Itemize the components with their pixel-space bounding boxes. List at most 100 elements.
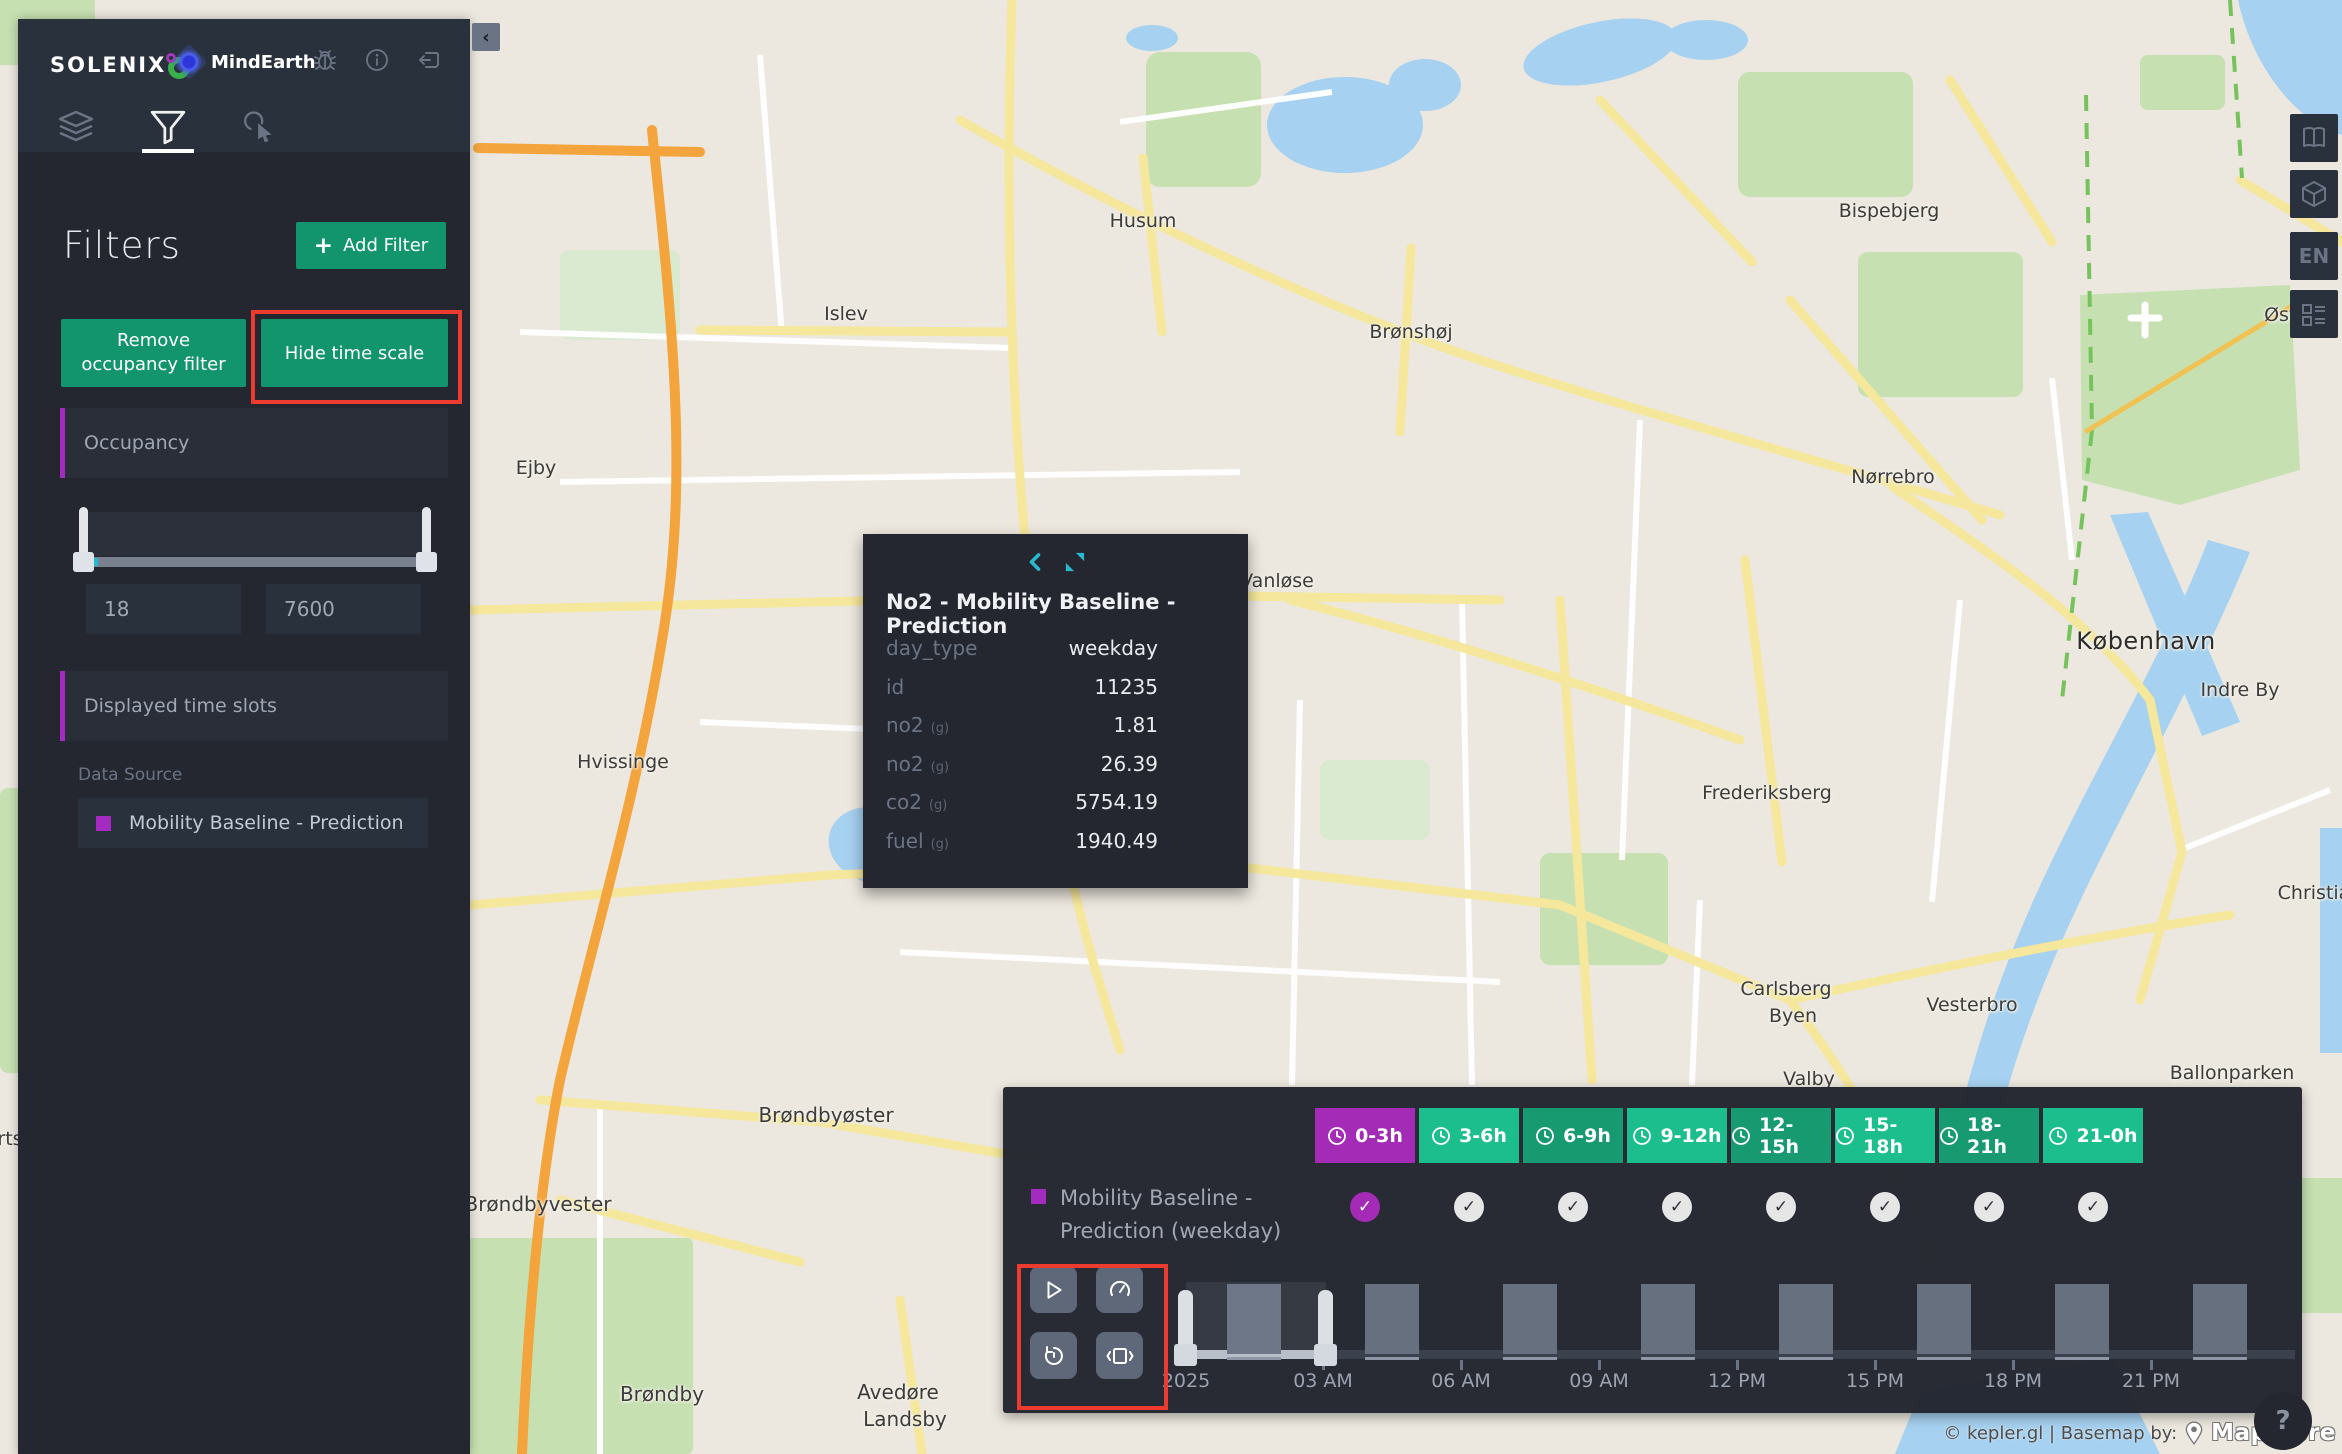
- dataset-color-swatch: [96, 816, 111, 831]
- mindearth-brand-text: MindEarth: [211, 52, 316, 73]
- timeline-axis-label: 2025: [1162, 1370, 1210, 1392]
- occupancy-range-track[interactable]: [78, 557, 433, 567]
- timeline-axis-label: 03 AM: [1293, 1370, 1353, 1392]
- timeline-tick: [1874, 1360, 1877, 1370]
- timeline-axis-label: 15 PM: [1846, 1370, 1904, 1392]
- collapse-sidebar-button[interactable]: ‹: [472, 23, 500, 51]
- timeline-tick: [1460, 1360, 1463, 1370]
- tooltip-row-value: 26.39: [1101, 752, 1224, 776]
- mindearth-logo: MindEarth: [176, 49, 316, 75]
- timeline-bar-underline: [1641, 1357, 1695, 1360]
- solenix-logo: SOLENIX: [50, 51, 190, 79]
- data-source-row[interactable]: Mobility Baseline - Prediction: [78, 798, 428, 848]
- occupancy-filter-header[interactable]: Occupancy: [60, 408, 448, 478]
- tooltip-row-unit: (g): [931, 760, 949, 775]
- tooltip-row-unit: (g): [931, 721, 949, 736]
- tooltip-row-unit: (g): [929, 798, 947, 813]
- map-place-label: Ballonparken: [2170, 1062, 2294, 1084]
- timeline-bar-underline: [1503, 1357, 1557, 1360]
- occupancy-slider-knob-max[interactable]: [416, 552, 437, 572]
- timeline-bar-underline: [1779, 1357, 1833, 1360]
- locale-label: EN: [2299, 244, 2329, 268]
- tooltip-expand-icon[interactable]: [1065, 552, 1085, 572]
- filter-accent-stripe: [60, 671, 65, 741]
- tooltip-row: no2(g)1.81: [886, 713, 1224, 752]
- tooltip-row: fuel (g) 1940.49: [886, 829, 1224, 868]
- map-place-label: Brøndby: [620, 1382, 704, 1406]
- timeline-tick: [2012, 1360, 2015, 1370]
- 3d-view-button[interactable]: [2290, 170, 2338, 218]
- tooltip-row-label: no2: [886, 752, 924, 776]
- timeline-bar-underline: [1917, 1357, 1971, 1360]
- add-filter-button[interactable]: + Add Filter: [296, 222, 446, 269]
- info-icon[interactable]: [364, 47, 390, 73]
- tooltip-row: id11235: [886, 675, 1224, 714]
- occupancy-max-input[interactable]: 7600: [266, 584, 421, 634]
- map-place-label: Vanløse: [1240, 570, 1314, 592]
- timeline: 202503 AM06 AM09 AM12 PM15 PM18 PM21 PM: [1003, 1087, 2302, 1413]
- map-place-label: Indre By: [2200, 679, 2279, 701]
- tooltip-back-icon[interactable]: [1027, 552, 1043, 572]
- occupancy-slider-handle-min[interactable]: [79, 507, 88, 557]
- occupancy-min-input[interactable]: 18: [86, 584, 241, 634]
- occupancy-slider-knob-min[interactable]: [73, 552, 94, 572]
- tooltip-row-label: fuel: [886, 829, 924, 853]
- map-place-label: Ejby: [516, 457, 557, 479]
- tooltip-row-value: 5754.19: [1075, 790, 1224, 814]
- tooltip-rows: day_typeweekdayid11235no2(g)1.81no2(g)26…: [886, 636, 1224, 867]
- timeline-bar: [2193, 1284, 2247, 1354]
- data-source-label: Data Source: [78, 765, 182, 785]
- map-place-label: Husum: [1110, 210, 1177, 232]
- map-place-label: Islev: [824, 303, 868, 325]
- tab-interactions[interactable]: [236, 107, 284, 147]
- map-place-label: Byen: [1769, 1005, 1817, 1027]
- map-place-label: Frederiksberg: [1702, 782, 1832, 804]
- hide-time-scale-button[interactable]: Hide time scale: [261, 319, 448, 387]
- timeline-knob-end[interactable]: [1314, 1344, 1337, 1366]
- remove-occupancy-filter-button[interactable]: Remove occupancy filter: [61, 319, 246, 387]
- help-button[interactable]: ?: [2254, 1392, 2312, 1450]
- plus-icon: +: [314, 233, 333, 259]
- map-place-label: Brøndbyvester: [464, 1192, 611, 1216]
- bug-report-icon[interactable]: [312, 47, 338, 73]
- legend-button[interactable]: [2290, 290, 2338, 338]
- map-place-label: Avedøre: [857, 1380, 939, 1404]
- time-slots-panel: 0-3h3-6h6-9h9-12h12-15h15-18h18-21h21-0h…: [1003, 1087, 2302, 1413]
- timeline-axis-label: 18 PM: [1984, 1370, 2042, 1392]
- occupancy-histogram-area: [88, 512, 425, 556]
- split-map-button[interactable]: [2290, 114, 2338, 162]
- app-window: Husum Islev Ejby Bispebjerg Brønshøj Nørrebro…: [0, 0, 2342, 1454]
- tooltip-row-value: 1.81: [1113, 713, 1224, 737]
- timeline-bar-underline: [1365, 1357, 1419, 1360]
- map-place-label: Vesterbro: [1926, 994, 2017, 1016]
- exit-icon[interactable]: [416, 47, 442, 73]
- locale-button[interactable]: EN: [2290, 232, 2338, 280]
- map-place-label: Nørrebro: [1851, 466, 1934, 488]
- feature-tooltip: No2 - Mobility Baseline - Prediction day…: [863, 534, 1248, 888]
- timeline-bar: [1365, 1284, 1419, 1354]
- displayed-time-slots-title: Displayed time slots: [84, 695, 277, 717]
- tooltip-title: No2 - Mobility Baseline - Prediction: [886, 590, 1248, 638]
- map-place-label: Hvissinge: [577, 751, 669, 773]
- tooltip-row-unit: (g): [931, 837, 949, 852]
- tab-filters[interactable]: [144, 107, 192, 147]
- map-place-label: Brønshøj: [1369, 321, 1452, 343]
- timeline-bar: [1641, 1284, 1695, 1354]
- timeline-tick: [1736, 1360, 1739, 1370]
- timeline-tick: [1598, 1360, 1601, 1370]
- timeline-knob-start[interactable]: [1174, 1344, 1197, 1366]
- map-place-label: Bispebjerg: [1839, 200, 1940, 222]
- tab-layers[interactable]: [52, 107, 100, 147]
- occupancy-slider-handle-max[interactable]: [422, 507, 431, 557]
- mindearth-logo-icon: [171, 44, 208, 81]
- timeline-bar-underline: [2055, 1357, 2109, 1360]
- chevron-left-icon: ‹: [482, 27, 489, 48]
- map-place-label: Landsby: [863, 1407, 947, 1431]
- displayed-time-slots-header[interactable]: Displayed time slots: [60, 671, 448, 741]
- timeline-bar-underline: [2193, 1357, 2247, 1360]
- tooltip-row-value: 1940.49: [1075, 829, 1224, 853]
- tooltip-row-label: co2: [886, 790, 922, 814]
- maplibre-pin-icon: [2185, 1421, 2203, 1445]
- timeline-bar: [1779, 1284, 1833, 1354]
- timeline-axis[interactable]: [1186, 1350, 2295, 1359]
